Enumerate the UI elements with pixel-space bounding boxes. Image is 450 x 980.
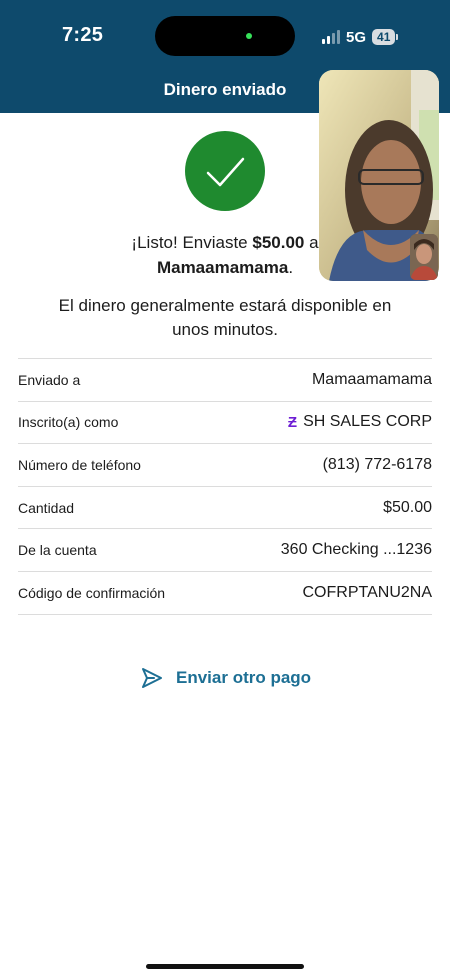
detail-row-recipient: Enviado a Mamaamamama: [18, 359, 432, 402]
detail-row-account: De la cuenta 360 Checking ...1236: [18, 529, 432, 572]
send-another-label: Enviar otro pago: [176, 668, 312, 687]
detail-value: 360 Checking ...1236: [280, 541, 432, 559]
home-indicator[interactable]: [146, 964, 304, 969]
transfer-details: Enviado a Mamaamamama Inscrito(a) como Ƶ…: [18, 358, 432, 615]
battery-level: 41: [372, 29, 396, 45]
status-time: 7:25: [62, 24, 104, 46]
send-icon: [142, 668, 162, 688]
detail-label: Cantidad: [18, 499, 75, 516]
success-check-icon: [185, 131, 265, 211]
dynamic-island: [155, 16, 295, 56]
detail-label: Número de teléfono: [18, 456, 141, 473]
network-type: 5G: [346, 28, 367, 46]
detail-value: Mamaamamama: [311, 370, 432, 388]
detail-label: Inscrito(a) como: [18, 414, 119, 431]
detail-row-enrolled-as: Inscrito(a) como Ƶ SH SALES CORP: [18, 402, 432, 445]
status-indicators: 5G 41: [322, 28, 399, 46]
detail-label: De la cuenta: [18, 542, 97, 559]
self-view-thumbnail[interactable]: [410, 234, 438, 280]
detail-value: $50.00: [383, 498, 432, 516]
battery-icon: 41: [372, 29, 399, 45]
detail-label: Enviado a: [18, 371, 81, 388]
signal-icon: [322, 30, 340, 44]
detail-row-confirmation-code: Código de confirmación COFRPTANU2NA: [18, 572, 432, 615]
detail-label: Código de confirmación: [18, 584, 166, 601]
detail-value: COFRPTANU2NA: [302, 583, 433, 601]
send-another-payment-button[interactable]: Enviar otro pago: [140, 666, 311, 690]
sent-amount: $50.00: [252, 233, 305, 252]
recipient-name: Mamaamamama: [156, 258, 289, 277]
camera-indicator-dot: [246, 33, 252, 39]
zelle-icon: Ƶ: [287, 413, 298, 431]
detail-value: (813) 772-6178: [322, 455, 432, 473]
detail-row-amount: Cantidad $50.00: [18, 487, 432, 530]
detail-row-phone: Número de teléfono (813) 772-6178: [18, 444, 432, 487]
availability-note: El dinero generalmente estará disponible…: [58, 296, 392, 339]
detail-value: Ƶ SH SALES CORP: [287, 413, 432, 431]
